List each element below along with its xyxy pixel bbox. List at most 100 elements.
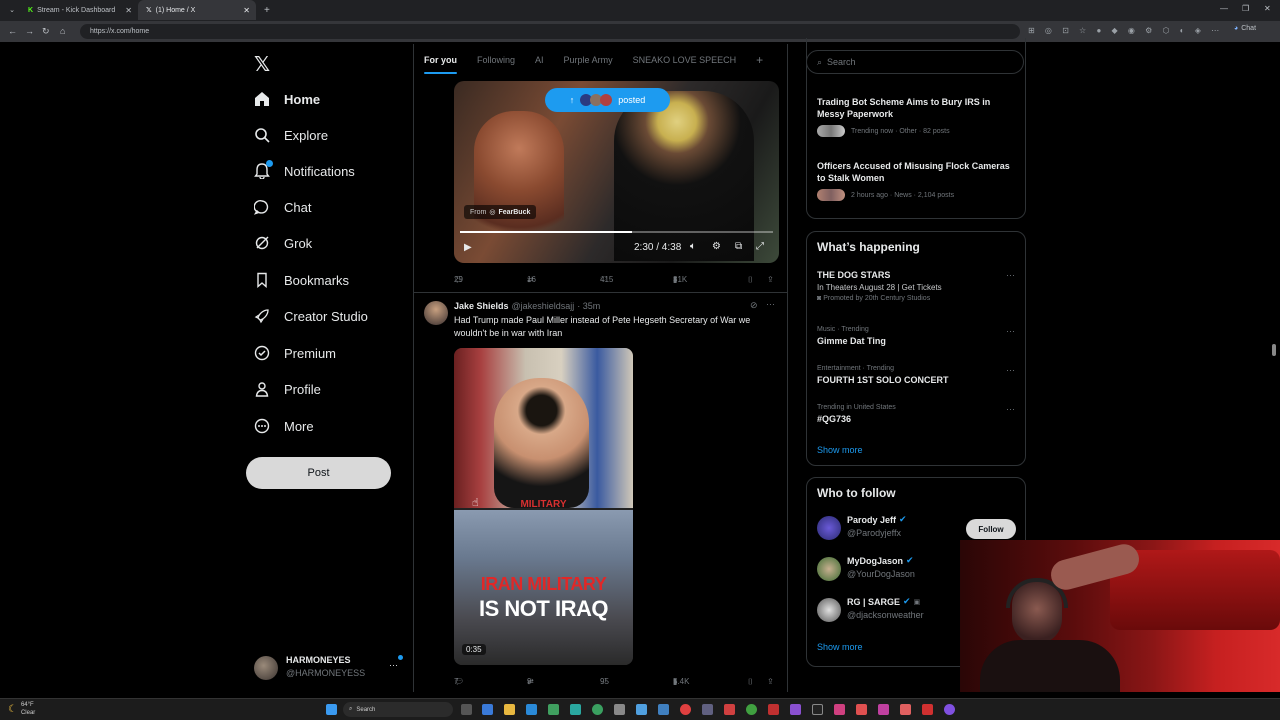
browser-tab-x[interactable]: 𝕏 (1) Home / X ✕ xyxy=(138,0,256,20)
taskbar-search[interactable]: ⌕ Search xyxy=(343,702,453,717)
tiktok-icon[interactable] xyxy=(834,704,845,715)
xbox-icon[interactable] xyxy=(746,704,757,715)
video-progress-track[interactable] xyxy=(460,231,773,233)
video-source-chip[interactable]: From ◎ FearBuck xyxy=(464,205,537,219)
tweet[interactable]: Jake Shields @jakeshieldsajj · 35m ⊘ ···… xyxy=(414,292,787,692)
author-handle[interactable]: @jakeshieldsajj xyxy=(512,301,575,311)
app-icon[interactable] xyxy=(922,704,933,715)
show-more-link[interactable]: Show more xyxy=(817,642,863,652)
home-button-icon[interactable]: ⌂ xyxy=(60,26,65,36)
app-icon[interactable] xyxy=(790,704,801,715)
account-switcher[interactable]: HARMONEYES @HARMONEYESS ··· xyxy=(254,652,404,682)
trend-item[interactable]: Trending in United States #QG736 xyxy=(817,404,1017,424)
follow-suggestion[interactable]: MyDogJason ✔︎ @YourDogJason xyxy=(817,555,957,585)
sidebar-item-bookmarks[interactable]: Bookmarks xyxy=(254,265,349,295)
app-icon[interactable] xyxy=(636,704,647,715)
sidebar-item-grok[interactable]: Grok xyxy=(254,228,312,258)
sidebar-item-premium[interactable]: Premium xyxy=(254,338,336,368)
sidebar-item-label: More xyxy=(284,418,314,434)
tweet-time[interactable]: · 35m xyxy=(577,301,600,311)
tab-sneako-love-speech[interactable]: SNEAKO LOVE SPEECH xyxy=(623,44,747,76)
avatar xyxy=(817,598,841,622)
sidebar-item-chat[interactable]: Chat xyxy=(254,192,311,222)
edge-icon[interactable] xyxy=(570,704,581,715)
grok-icon xyxy=(254,235,270,251)
chrome-icon[interactable] xyxy=(592,704,603,715)
app-icon[interactable] xyxy=(856,704,867,715)
url-field[interactable]: https://x.com/home xyxy=(80,24,1020,39)
trend-item[interactable]: Music · Trending Gimme Dat Ting xyxy=(817,326,1017,346)
search-input[interactable]: ⌕ Search xyxy=(806,50,1024,74)
news-item[interactable]: Officers Accused of Misusing Flock Camer… xyxy=(817,160,1017,201)
news-item[interactable]: Trading Bot Scheme Aims to Bury IRS in M… xyxy=(817,96,1017,137)
account-more-icon: ··· xyxy=(389,660,398,670)
forward-icon[interactable]: → xyxy=(25,26,34,36)
close-window-icon[interactable]: ✕ xyxy=(1264,4,1271,13)
sidebar-item-notifications[interactable]: Notifications xyxy=(254,156,355,186)
account-notification-dot xyxy=(398,655,403,660)
restore-icon[interactable]: ❐ xyxy=(1242,4,1249,13)
sidebar-item-creator-studio[interactable]: Creator Studio xyxy=(254,301,368,331)
more-options-icon[interactable]: ··· xyxy=(1006,365,1015,375)
chat-button[interactable]: ◕ Chat xyxy=(1234,25,1256,32)
fullscreen-icon[interactable]: ⤢ xyxy=(756,241,764,252)
trend-item[interactable]: Entertainment · Trending FOURTH 1ST SOLO… xyxy=(817,365,1017,385)
app-icon[interactable] xyxy=(658,704,669,715)
page-scrollbar-thumb[interactable] xyxy=(1272,344,1276,356)
close-tab-icon[interactable]: ✕ xyxy=(125,6,132,15)
video-player[interactable]: MILITARY IRAN MILITARY IS NOT IRAQ 0:35 xyxy=(454,348,633,665)
new-posts-pill[interactable]: ↑ posted xyxy=(545,88,670,112)
app-icon[interactable] xyxy=(702,704,713,715)
avatar[interactable] xyxy=(424,301,448,325)
more-options-icon[interactable]: ··· xyxy=(766,299,775,309)
follow-suggestion[interactable]: RG | SARGE ✔︎ ▣ @djacksonweather xyxy=(817,596,957,626)
weather-widget[interactable]: ☾ 64°F Clear xyxy=(8,701,35,717)
extensions-icons[interactable]: ⊞ ◎ ⊡ ☆ ● ◆ ◉ ⚙ ⬡ ◐ ◈ ⋯ xyxy=(1028,26,1223,35)
add-tab-button[interactable]: + xyxy=(746,44,773,76)
volume-icon[interactable]: 🔈︎ xyxy=(690,241,696,252)
store-icon[interactable] xyxy=(526,704,537,715)
more-options-icon[interactable]: ··· xyxy=(1006,404,1015,414)
file-explorer-icon[interactable] xyxy=(504,704,515,715)
close-tab-icon[interactable]: ✕ xyxy=(243,6,250,15)
capcut-icon[interactable] xyxy=(812,704,823,715)
app-icon[interactable] xyxy=(900,704,911,715)
sidebar-item-profile[interactable]: Profile xyxy=(254,374,321,404)
tab-for-you[interactable]: For you xyxy=(414,44,467,76)
author-name[interactable]: Jake Shields xyxy=(454,301,509,311)
chrome-icon[interactable] xyxy=(680,704,691,715)
app-icon[interactable] xyxy=(724,704,735,715)
app-icon[interactable] xyxy=(878,704,889,715)
start-button[interactable] xyxy=(326,704,337,715)
new-tab-icon[interactable]: + xyxy=(264,5,270,16)
play-icon[interactable]: ▶ xyxy=(464,242,472,253)
minimize-icon[interactable]: — xyxy=(1220,4,1228,13)
tab-search-icon[interactable]: ⌄ xyxy=(4,6,20,14)
sidebar-item-home[interactable]: Home xyxy=(254,84,320,114)
show-more-link[interactable]: Show more xyxy=(817,445,863,455)
task-view-icon[interactable] xyxy=(461,704,472,715)
address-bar: ← → ↻ ⌂ https://x.com/home ⊞ ◎ ⊡ ☆ ● ◆ ◉… xyxy=(0,21,1280,42)
sidebar-item-more[interactable]: More xyxy=(254,411,314,441)
trend-item[interactable]: THE DOG STARS In Theaters August 28 | Ge… xyxy=(817,270,1017,302)
tab-purple-army[interactable]: Purple Army xyxy=(554,44,623,76)
post-button[interactable]: Post xyxy=(246,457,391,489)
more-options-icon[interactable]: ··· xyxy=(1006,326,1015,336)
picture-in-picture-icon[interactable]: ⧉ xyxy=(735,241,742,252)
more-options-icon[interactable]: ··· xyxy=(1006,270,1015,280)
app-icon[interactable] xyxy=(548,704,559,715)
settings-icon[interactable]: ⚙ xyxy=(712,241,721,252)
reload-icon[interactable]: ↻ xyxy=(42,26,50,37)
back-icon[interactable]: ← xyxy=(8,26,17,36)
app-icon[interactable] xyxy=(768,704,779,715)
copilot-icon[interactable] xyxy=(482,704,493,715)
app-icon[interactable] xyxy=(614,704,625,715)
x-logo-icon[interactable]: 𝕏 xyxy=(254,52,270,77)
follow-button[interactable]: Follow xyxy=(966,519,1016,539)
browser-tab-kick[interactable]: K Stream - Kick Dashboard ✕ xyxy=(20,0,138,20)
tab-following[interactable]: Following xyxy=(467,44,525,76)
sidebar-item-explore[interactable]: Explore xyxy=(254,120,328,150)
grok-icon[interactable]: ⊘ xyxy=(750,300,758,311)
app-icon[interactable] xyxy=(944,704,955,715)
tab-ai[interactable]: AI xyxy=(525,44,554,76)
